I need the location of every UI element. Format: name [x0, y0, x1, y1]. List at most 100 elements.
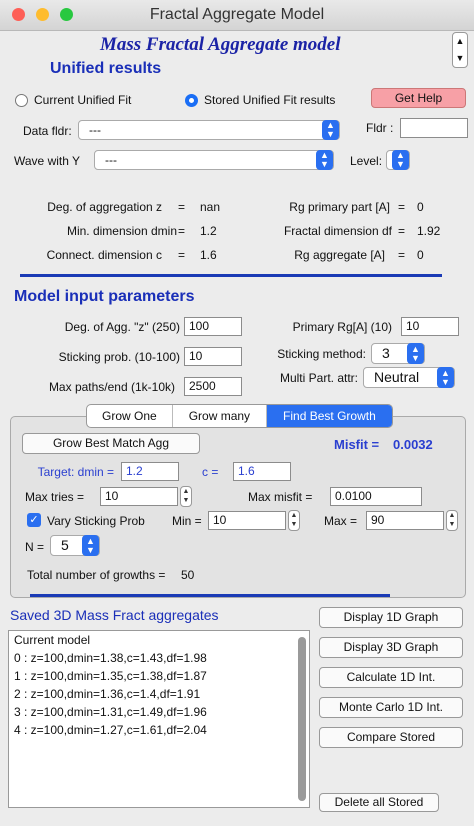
- max-tries-stepper[interactable]: ▲ ▼: [180, 486, 192, 507]
- get-help-button[interactable]: Get Help: [371, 88, 466, 108]
- connect-dimension-value: 1.6: [200, 248, 217, 262]
- vary-sticking-label: Vary Sticking Prob: [47, 514, 145, 528]
- tab-grow-one[interactable]: Grow One: [87, 405, 173, 427]
- list-item[interactable]: 4 : z=100,dmin=1.27,c=1.61,df=2.04: [14, 723, 207, 737]
- connect-dimension-equals: =: [178, 248, 186, 262]
- calculate-1d-int-button[interactable]: Calculate 1D Int.: [319, 667, 463, 688]
- max-label: Max =: [324, 514, 358, 528]
- target-c-label: c =: [202, 465, 219, 479]
- wave-with-y-value: ---: [105, 153, 117, 167]
- sticking-method-popup[interactable]: 3 ▲ ▼: [371, 343, 425, 364]
- rg-aggregate-label: Rg aggregate [A]: [294, 248, 385, 262]
- misfit-value: 0.0032: [393, 437, 433, 452]
- target-dmin-label: Target: dmin =: [37, 465, 114, 479]
- list-item[interactable]: 1 : z=100,dmin=1.35,c=1.38,df=1.87: [14, 669, 207, 683]
- target-dmin-input[interactable]: 1.2: [121, 462, 179, 481]
- min-input[interactable]: 10: [208, 511, 286, 530]
- max-tries-label: Max tries =: [25, 490, 85, 504]
- total-growths-value: 50: [181, 568, 195, 582]
- max-paths-label: Max paths/end (1k-10k): [48, 380, 175, 394]
- growth-divider: [30, 594, 390, 597]
- list-item[interactable]: Current model: [14, 633, 90, 647]
- data-folder-label: Data fldr:: [23, 124, 72, 138]
- min-dimension-value: 1.2: [200, 224, 217, 238]
- monte-carlo-1d-button[interactable]: Monte Carlo 1D Int.: [319, 697, 463, 718]
- unified-results-heading: Unified results: [50, 60, 162, 77]
- sticking-method-label: Sticking method:: [277, 347, 366, 361]
- stored-unified-fit-radio[interactable]: [185, 94, 198, 107]
- multi-part-popup[interactable]: Neutral ▲ ▼: [363, 367, 455, 388]
- list-item[interactable]: 0 : z=100,dmin=1.38,c=1.43,df=1.98: [14, 651, 207, 665]
- saved-aggregates-list[interactable]: Current model 0 : z=100,dmin=1.38,c=1.43…: [8, 630, 310, 808]
- data-folder-popup[interactable]: --- ▲ ▼: [78, 120, 340, 140]
- panel-scroll-stepper[interactable]: ▲ ▼: [452, 32, 468, 68]
- sticking-method-value: 3: [382, 345, 390, 361]
- deg-agg-input-label: Deg. of Agg. "z" (250): [64, 320, 180, 334]
- level-label: Level:: [350, 154, 383, 168]
- max-paths-input[interactable]: 2500: [184, 377, 242, 396]
- rg-primary-equals: =: [398, 200, 406, 214]
- max-input[interactable]: 90: [366, 511, 444, 530]
- deg-aggregation-label: Deg. of aggregation z: [47, 200, 162, 214]
- min-stepper[interactable]: ▲ ▼: [288, 510, 300, 531]
- min-dimension-equals: =: [178, 224, 186, 238]
- display-1d-graph-button[interactable]: Display 1D Graph: [319, 607, 463, 628]
- fldr-label: Fldr :: [366, 121, 394, 135]
- sticking-prob-label: Sticking prob. (10-100): [58, 350, 180, 364]
- growth-tabs: Grow One Grow many Find Best Growth: [86, 404, 393, 428]
- multi-part-value: Neutral: [374, 369, 420, 385]
- fractal-dimension-equals: =: [398, 224, 406, 238]
- chevron-updown-icon: ▲ ▼: [407, 343, 424, 364]
- delete-all-stored-button[interactable]: Delete all Stored: [319, 793, 439, 812]
- primary-rg-input[interactable]: 10: [401, 317, 459, 336]
- chevron-updown-icon: ▲ ▼: [316, 150, 333, 170]
- rg-primary-value: 0: [417, 200, 424, 214]
- min-dimension-label: Min. dimension dmin: [66, 224, 177, 238]
- tab-find-best-growth[interactable]: Find Best Growth: [267, 405, 392, 427]
- deg-aggregation-value: nan: [200, 200, 221, 214]
- chevron-updown-icon: ▲ ▼: [437, 367, 454, 388]
- display-3d-graph-button[interactable]: Display 3D Graph: [319, 637, 463, 658]
- fractal-dimension-label: Fractal dimension df: [283, 224, 392, 238]
- panel-title: Mass Fractal Aggregate model: [100, 34, 341, 55]
- list-item[interactable]: 3 : z=100,dmin=1.31,c=1.49,df=1.96: [14, 705, 207, 719]
- tab-grow-many[interactable]: Grow many: [173, 405, 268, 427]
- max-misfit-input[interactable]: 0.0100: [330, 487, 422, 506]
- fldr-field[interactable]: [400, 118, 468, 138]
- n-label: N =: [25, 540, 45, 554]
- n-value: 5: [61, 537, 69, 553]
- connect-dimension-label: Connect. dimension c: [46, 248, 162, 262]
- rg-aggregate-equals: =: [398, 248, 406, 262]
- max-misfit-label: Max misfit =: [248, 490, 313, 504]
- misfit-label: Misfit =: [334, 437, 380, 452]
- rg-primary-label: Rg primary part [A]: [289, 200, 390, 214]
- list-scrollbar[interactable]: [298, 637, 306, 801]
- scroll-down-icon[interactable]: ▼: [453, 50, 467, 67]
- current-unified-fit-radio[interactable]: [15, 94, 28, 107]
- max-stepper[interactable]: ▲ ▼: [446, 510, 458, 531]
- list-item[interactable]: 2 : z=100,dmin=1.36,c=1.4,df=1.91: [14, 687, 200, 701]
- target-c-input[interactable]: 1.6: [233, 462, 291, 481]
- level-popup[interactable]: ▲ ▼: [386, 150, 410, 170]
- compare-stored-button[interactable]: Compare Stored: [319, 727, 463, 748]
- fractal-dimension-value: 1.92: [417, 224, 441, 238]
- deg-agg-input[interactable]: 100: [184, 317, 242, 336]
- stored-unified-fit-label: Stored Unified Fit results: [204, 93, 336, 107]
- scroll-up-icon[interactable]: ▲: [453, 33, 467, 50]
- multi-part-label: Multi Part. attr:: [279, 371, 358, 385]
- max-tries-input[interactable]: 10: [100, 487, 178, 506]
- chevron-updown-icon: ▲ ▼: [322, 120, 339, 140]
- grow-best-match-button[interactable]: Grow Best Match Agg: [22, 433, 200, 454]
- min-label: Min =: [172, 514, 202, 528]
- sticking-prob-input[interactable]: 10: [184, 347, 242, 366]
- n-popup[interactable]: 5 ▲ ▼: [50, 535, 100, 556]
- vary-sticking-checkbox[interactable]: ✓: [27, 513, 41, 527]
- deg-aggregation-equals: =: [178, 200, 186, 214]
- primary-rg-label: Primary Rg[A] (10): [292, 320, 392, 334]
- total-growths-label: Total number of growths =: [27, 568, 166, 582]
- chevron-updown-icon: ▲ ▼: [82, 535, 99, 556]
- wave-with-y-popup[interactable]: --- ▲ ▼: [94, 150, 334, 170]
- current-unified-fit-label: Current Unified Fit: [34, 93, 132, 107]
- window-titlebar: Fractal Aggregate Model: [0, 0, 474, 31]
- window-title: Fractal Aggregate Model: [149, 6, 325, 23]
